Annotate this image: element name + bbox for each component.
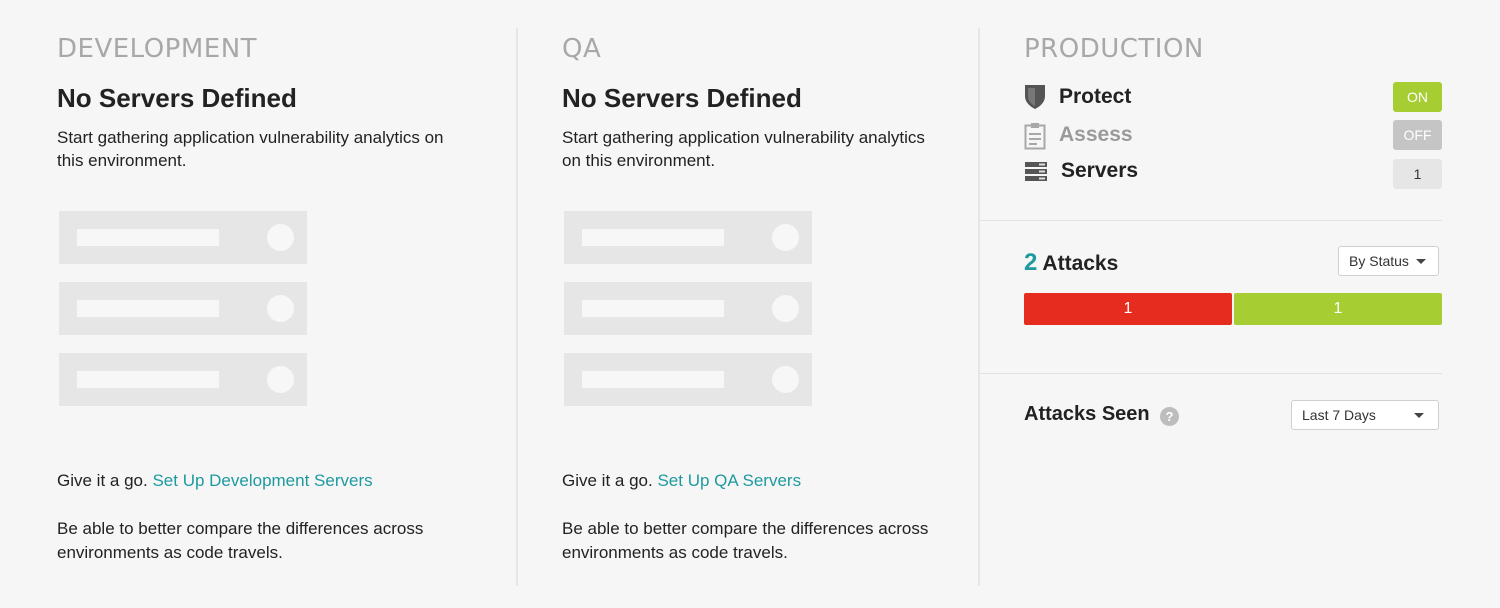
env-title-development: DEVELOPMENT (57, 34, 258, 64)
caret-down-icon (1416, 259, 1426, 264)
no-servers-heading: No Servers Defined (57, 83, 297, 113)
protect-row: Protect ON (1024, 82, 1442, 116)
assess-label: Assess (1059, 123, 1133, 146)
help-icon[interactable]: ? (1160, 407, 1179, 426)
assess-toggle[interactable]: OFF (1393, 120, 1442, 150)
setup-cta: Give it a go. Set Up Development Servers (57, 471, 373, 491)
assess-row: Assess OFF (1024, 120, 1442, 154)
attacks-count: 2 (1024, 249, 1038, 276)
dropdown-value: By Status (1349, 253, 1409, 269)
column-divider (516, 28, 518, 586)
setup-cta: Give it a go. Set Up QA Servers (562, 471, 801, 491)
protect-toggle[interactable]: ON (1393, 82, 1442, 112)
empty-description: Start gathering application vulnerabilit… (562, 128, 925, 170)
servers-label: Servers (1061, 159, 1139, 182)
time-range-dropdown[interactable]: Last 7 Days (1291, 400, 1439, 430)
servers-row: Servers 1 (1024, 156, 1442, 190)
attacks-label: Attacks (1042, 252, 1119, 275)
caret-down-icon (1414, 413, 1424, 418)
empty-description: Start gathering application vulnerabilit… (57, 128, 444, 170)
env-title-qa: QA (562, 34, 602, 64)
compare-note: Be able to better compare the difference… (57, 519, 424, 562)
dropdown-value: Last 7 Days (1302, 407, 1376, 423)
env-title-production: PRODUCTION (1024, 34, 1204, 64)
shield-icon (1024, 84, 1048, 112)
protect-label: Protect (1059, 85, 1132, 108)
attack-segment-red[interactable]: 1 (1024, 293, 1232, 325)
cta-prefix: Give it a go. (562, 471, 653, 490)
attacks-status-bar: 1 1 (1024, 293, 1442, 325)
qa-panel: QA No Servers Defined Start gathering ap… (562, 28, 962, 586)
server-rack-illustration (59, 211, 307, 424)
attacks-heading: 2 Attacks (1024, 249, 1118, 277)
clipboard-icon (1024, 122, 1048, 150)
section-divider (980, 220, 1442, 221)
server-stack-icon (1024, 158, 1048, 186)
setup-qa-servers-link[interactable]: Set Up QA Servers (657, 471, 801, 490)
no-servers-heading: No Servers Defined (562, 83, 802, 113)
compare-note: Be able to better compare the difference… (562, 519, 929, 562)
attacks-group-dropdown[interactable]: By Status (1338, 246, 1439, 276)
attack-segment-green[interactable]: 1 (1234, 293, 1442, 325)
production-panel: PRODUCTION Protect ON Assess OFF Servers… (980, 28, 1450, 586)
server-rack-illustration (564, 211, 812, 424)
section-divider (980, 373, 1442, 374)
server-count-badge[interactable]: 1 (1393, 159, 1442, 189)
development-panel: DEVELOPMENT No Servers Defined Start gat… (57, 28, 497, 586)
setup-development-servers-link[interactable]: Set Up Development Servers (152, 471, 372, 490)
attacks-seen-heading: Attacks Seen (1024, 403, 1150, 425)
cta-prefix: Give it a go. (57, 471, 148, 490)
